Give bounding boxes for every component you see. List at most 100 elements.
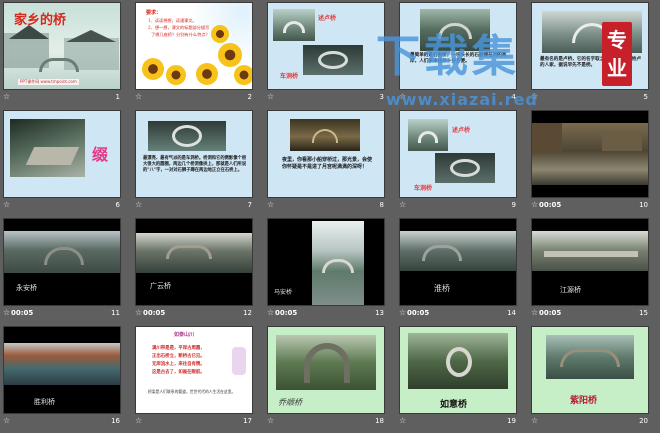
poem-line: 满川带是是，平岸古周圆， [152, 346, 205, 351]
slide-number: 8 [379, 201, 384, 209]
slide-thumbnail-18[interactable]: 乔顺桥 ☆ 18 [264, 324, 396, 432]
slide-caption: 如意桥 [440, 400, 468, 410]
slide-thumbnail-7[interactable]: 最漂亮、最有气派的是车洞桥。桥洞和它的倒影像个很大很大的圆圈，两边几个桥洞像拱上… [132, 108, 264, 216]
slide-number: 14 [507, 309, 516, 317]
slide-sorter-grid: 家乡的桥 PPT课件网 www.tmpoint.com ☆ 1 要求： 1、读读想… [0, 0, 660, 433]
transition-star-icon[interactable]: ☆ [267, 308, 274, 318]
slide-canvas: 要求： 1、读读想想，读通课文。 2、想一想，课文的标题部分描写 了哪几座桥？分… [135, 2, 253, 90]
transition-star-icon[interactable]: ☆ [399, 308, 406, 318]
slide-paragraph: 桥梁是人们联系的要道，世世代代的人生活在这里。 [148, 389, 236, 394]
slide-caption: 永安桥 [16, 284, 37, 292]
slide-number: 9 [511, 201, 516, 209]
bridge-photo [273, 9, 315, 41]
slide-canvas: 胜利桥 [3, 326, 121, 414]
slide-thumbnail-15[interactable]: 江源桥 ☆ 00:05 15 [528, 216, 660, 324]
slide-canvas: 广云桥 [135, 218, 253, 306]
slide-number: 3 [379, 93, 384, 101]
poem-line: 正出石桥立，断桥古已见。 [152, 354, 205, 359]
slide-canvas: 夜里，你看那小船穿桥过，那光景，会使你怀疑是不是进了月宫呢满满的深呀！ [267, 110, 385, 198]
bridge-photo [290, 119, 360, 151]
slide-thumbnail-17[interactable]: 如泰山川 满川带是是，平岸古周圆， 正出石桥立，断桥古已见。 无岸流水上，来往自… [132, 324, 264, 432]
transition-star-icon[interactable]: ☆ [399, 416, 406, 426]
slide-heading: 要求： [146, 10, 162, 16]
slide-thumbnail-20[interactable]: 紫阳桥 ☆ 20 [528, 324, 660, 432]
slide-number: 6 [115, 201, 120, 209]
slide-number: 16 [111, 417, 120, 425]
slide-number: 1 [115, 93, 120, 101]
slide-canvas: 最有名的是卢桥，它的名字取之于桥旁的一家姓卢的人家，据说早先不是桥。 [531, 2, 649, 90]
poem-line: 无岸流水上，来往自有情。 [152, 362, 205, 367]
slide-canvas: 永安桥 [3, 218, 121, 306]
slide-number: 2 [247, 93, 252, 101]
slide-thumbnail-9[interactable]: 述卢桥 车洞桥 ☆ 9 [396, 108, 528, 216]
transition-star-icon[interactable]: ☆ [135, 92, 142, 102]
transition-star-icon[interactable]: ☆ [531, 200, 538, 210]
slide-thumbnail-19[interactable]: 如意桥 ☆ 19 [396, 324, 528, 432]
slide-paragraph: 最有名的是卢桥，它的名字取之于桥旁的一家姓卢的人家，据说早先不是桥。 [540, 57, 642, 68]
slide-number: 15 [639, 309, 648, 317]
slide-number: 4 [511, 93, 516, 101]
slide-thumbnail-1[interactable]: 家乡的桥 PPT课件网 www.tmpoint.com ☆ 1 [0, 0, 132, 108]
slide-thumbnail-2[interactable]: 要求： 1、读读想想，读通课文。 2、想一想，课文的标题部分描写 了哪几座桥？分… [132, 0, 264, 108]
bridge-photo [312, 221, 364, 305]
transition-star-icon[interactable]: ☆ [267, 416, 274, 426]
slide-thumbnail-4[interactable]: 最简单的是石板桥，一块长长的石板铺在河的两岸，人们来来往往十分方便。 ☆ 4 [396, 0, 528, 108]
slide-caption: 马安桥 [274, 289, 293, 296]
transition-star-icon[interactable]: ☆ [135, 200, 142, 210]
slide-caption: 胜利桥 [34, 398, 55, 406]
transition-star-icon[interactable]: ☆ [399, 200, 406, 210]
transition-star-icon[interactable]: ☆ [135, 308, 142, 318]
slide-canvas: 乔顺桥 [267, 326, 385, 414]
bridge-photo [10, 119, 85, 177]
slide-thumbnail-16[interactable]: 胜利桥 ☆ 16 [0, 324, 132, 432]
bridge-photo [542, 11, 642, 53]
transition-star-icon[interactable]: ☆ [3, 416, 10, 426]
transition-star-icon[interactable]: ☆ [3, 92, 10, 102]
slide-caption: 淮桥 [434, 284, 450, 293]
slide-canvas: 缀 [3, 110, 121, 198]
slide-timing: 00:05 [539, 309, 562, 317]
slide-canvas: 江源桥 [531, 218, 649, 306]
slide-title: 家乡的桥 [14, 13, 67, 28]
slide-thumbnail-3[interactable]: 述卢桥 车洞桥 ☆ 3 [264, 0, 396, 108]
bridge-label: 述卢桥 [318, 15, 337, 22]
transition-star-icon[interactable]: ☆ [531, 308, 538, 318]
slide-thumbnail-10[interactable]: ☆ 00:05 10 [528, 108, 660, 216]
transition-star-icon[interactable]: ☆ [267, 92, 274, 102]
slide-canvas: 紫阳桥 [531, 326, 649, 414]
slide-caption: 紫阳桥 [570, 396, 598, 406]
bridge-label: 述卢桥 [452, 127, 471, 134]
slide-thumbnail-11[interactable]: 永安桥 ☆ 00:05 11 [0, 216, 132, 324]
decorative-figure [232, 347, 246, 375]
slide-thumbnail-6[interactable]: 缀 ☆ 6 [0, 108, 132, 216]
transition-star-icon[interactable]: ☆ [3, 200, 10, 210]
slide-number: 20 [639, 417, 648, 425]
slide-timing: 00:05 [143, 309, 166, 317]
slide-number: 7 [247, 201, 252, 209]
transition-star-icon[interactable]: ☆ [399, 92, 406, 102]
transition-star-icon[interactable]: ☆ [267, 200, 274, 210]
transition-star-icon[interactable]: ☆ [135, 416, 142, 426]
slide-thumbnail-8[interactable]: 夜里，你看那小船穿桥过，那光景，会使你怀疑是不是进了月宫呢满满的深呀！ ☆ 8 [264, 108, 396, 216]
bridge-photo [400, 231, 516, 271]
bridge-photo [546, 335, 634, 379]
transition-star-icon[interactable]: ☆ [531, 416, 538, 426]
transition-star-icon[interactable]: ☆ [3, 308, 10, 318]
bridge-label: 车洞桥 [280, 73, 299, 80]
slide-thumbnail-13[interactable]: 马安桥 ☆ 00:05 13 [264, 216, 396, 324]
slide-number: 19 [507, 417, 516, 425]
bridge-photo [4, 343, 120, 385]
slide-caption: 江源桥 [560, 286, 581, 294]
bridge-photo [148, 121, 226, 151]
slide-thumbnail-12[interactable]: 广云桥 ☆ 00:05 12 [132, 216, 264, 324]
slide-thumbnail-5[interactable]: 最有名的是卢桥，它的名字取之于桥旁的一家姓卢的人家，据说早先不是桥。 ☆ 5 [528, 0, 660, 108]
transition-star-icon[interactable]: ☆ [531, 92, 538, 102]
bridge-label: 车洞桥 [414, 185, 433, 192]
bridge-photo [532, 123, 648, 185]
slide-number: 11 [111, 309, 120, 317]
slide-thumbnail-14[interactable]: 淮桥 ☆ 00:05 14 [396, 216, 528, 324]
sunflower-icon [142, 58, 164, 80]
slide-number: 10 [639, 201, 648, 209]
slide-canvas: 马安桥 [267, 218, 385, 306]
slide-canvas: 最简单的是石板桥，一块长长的石板铺在河的两岸，人们来来往往十分方便。 [399, 2, 517, 90]
